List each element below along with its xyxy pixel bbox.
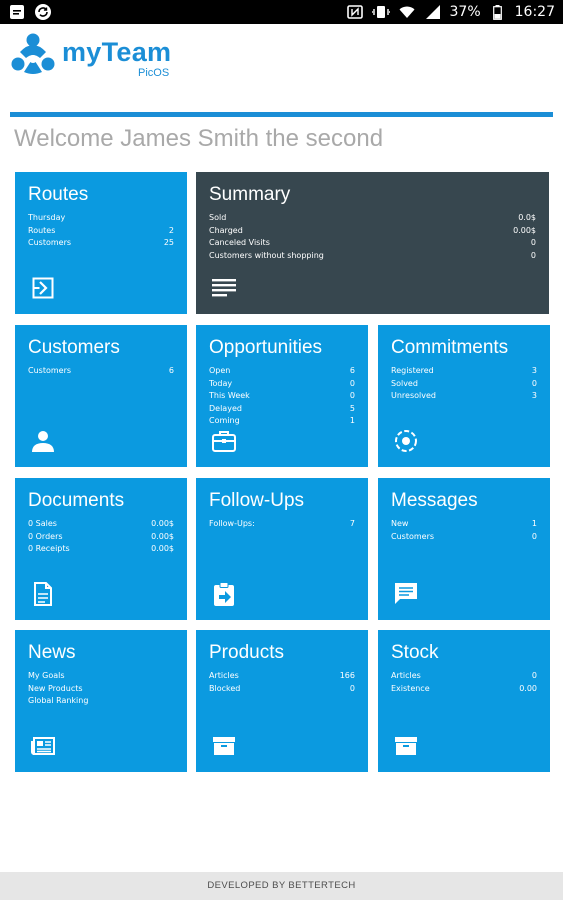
tile-row: Customers 25 bbox=[28, 238, 174, 248]
tile-row: This Week 0 bbox=[209, 391, 355, 401]
tile-title: Routes bbox=[28, 184, 89, 205]
tile-summary[interactable]: Summary Sold 0.0$ Charged 0.00$ Canceled V… bbox=[196, 172, 549, 314]
tile-row: Articles 0 bbox=[391, 671, 537, 680]
route-icon bbox=[31, 276, 55, 300]
target-icon bbox=[394, 429, 418, 453]
nfc-icon bbox=[346, 3, 364, 21]
tile-routes[interactable]: Routes Thursday Routes 2 Customers 25 bbox=[15, 172, 187, 314]
signal-icon bbox=[424, 3, 442, 21]
tile-title: Opportunities bbox=[209, 337, 323, 358]
tile-title: Products bbox=[209, 642, 284, 663]
tile-row: Coming 1 bbox=[209, 416, 355, 426]
tile-row: Global Ranking bbox=[28, 696, 89, 706]
tile-row: Registered 3 bbox=[391, 366, 537, 375]
tile-row: New 1 bbox=[391, 519, 537, 528]
tile-title: News bbox=[28, 642, 76, 663]
message-icon bbox=[394, 582, 418, 606]
tile-row: Blocked 0 bbox=[209, 683, 355, 693]
tile-products[interactable]: Products Articles 166 Blocked 0 bbox=[196, 630, 368, 772]
document-icon bbox=[31, 582, 55, 606]
app-name: myTeam bbox=[62, 37, 172, 67]
tile-row: Customers without shopping 0 bbox=[209, 250, 536, 260]
tile-row: Articles 166 bbox=[209, 671, 355, 680]
tile-row: Customers 6 bbox=[28, 366, 174, 375]
tile-row: Canceled Visits 0 bbox=[209, 238, 536, 248]
tile-commitments[interactable]: Commitments Registered 3 Solved 0 Unresolv… bbox=[378, 325, 550, 467]
tile-row: 0 Orders 0.00$ bbox=[28, 531, 174, 541]
sync-icon bbox=[34, 3, 52, 21]
wifi-icon bbox=[398, 3, 416, 21]
person-icon bbox=[31, 429, 55, 453]
tile-opportunities[interactable]: Opportunities Open 6 Today 0 This Week 0 De… bbox=[196, 325, 368, 467]
vibrate-icon bbox=[371, 3, 390, 21]
notification-icon bbox=[8, 3, 26, 21]
tile-title: Documents bbox=[28, 490, 125, 511]
tile-messages[interactable]: Messages New 1 Customers 0 bbox=[378, 478, 550, 620]
clock: 16:27 bbox=[514, 4, 555, 20]
footer-credit: DEVELOPED BY BETTERTECH bbox=[0, 872, 563, 900]
tile-followups[interactable]: Follow-Ups Follow-Ups: 7 bbox=[196, 478, 368, 620]
tile-documents[interactable]: Documents 0 Sales 0.00$ 0 Orders 0.00$ 0 R… bbox=[15, 478, 187, 620]
tile-customers[interactable]: Customers Customers 6 bbox=[15, 325, 187, 467]
tile-row: Unresolved 3 bbox=[391, 391, 537, 401]
tile-row: Existence 0.00 bbox=[391, 683, 537, 693]
tile-stock[interactable]: Stock Articles 0 Existence 0.00 bbox=[378, 630, 550, 772]
box-icon bbox=[212, 734, 236, 758]
tile-row: 0 Receipts 0.00$ bbox=[28, 544, 174, 554]
tile-row: Thursday bbox=[28, 213, 66, 222]
tile-row: Routes 2 bbox=[28, 225, 174, 235]
tile-row: Today 0 bbox=[209, 378, 355, 388]
welcome-message: Welcome James Smith the second bbox=[14, 125, 384, 152]
tile-title: Stock bbox=[391, 642, 439, 663]
tile-row: Follow-Ups: 7 bbox=[209, 519, 355, 528]
tile-title: Follow-Ups bbox=[209, 490, 305, 511]
tile-title: Commitments bbox=[391, 337, 509, 358]
tile-row: Delayed 5 bbox=[209, 403, 355, 413]
team-logo-icon bbox=[10, 32, 56, 82]
tile-row: Customers 0 bbox=[391, 531, 537, 541]
status-bar: 37% 16:27 bbox=[0, 0, 563, 24]
battery-percent: 37% bbox=[449, 4, 481, 20]
tile-row: Charged 0.00$ bbox=[209, 225, 536, 235]
tile-row: Open 6 bbox=[209, 366, 355, 375]
list-icon bbox=[212, 276, 236, 300]
tile-row: Solved 0 bbox=[391, 378, 537, 388]
app-header: myTeam PicOS bbox=[0, 24, 563, 117]
tile-title: Messages bbox=[391, 490, 478, 511]
newspaper-icon bbox=[31, 734, 55, 758]
header-divider bbox=[10, 112, 553, 117]
tile-row: New Products bbox=[28, 683, 83, 693]
clipboard-arrow-icon bbox=[212, 582, 236, 606]
tile-news[interactable]: News My Goals New Products Global Rankin… bbox=[15, 630, 187, 772]
box-icon bbox=[394, 734, 418, 758]
briefcase-icon bbox=[212, 429, 236, 453]
tile-title: Summary bbox=[209, 184, 291, 205]
tile-row: Sold 0.0$ bbox=[209, 213, 536, 222]
app-subtitle: PicOS bbox=[138, 67, 170, 79]
battery-icon bbox=[489, 3, 507, 21]
tile-row: My Goals bbox=[28, 671, 65, 680]
tile-title: Customers bbox=[28, 337, 120, 358]
tile-row: 0 Sales 0.00$ bbox=[28, 519, 174, 528]
